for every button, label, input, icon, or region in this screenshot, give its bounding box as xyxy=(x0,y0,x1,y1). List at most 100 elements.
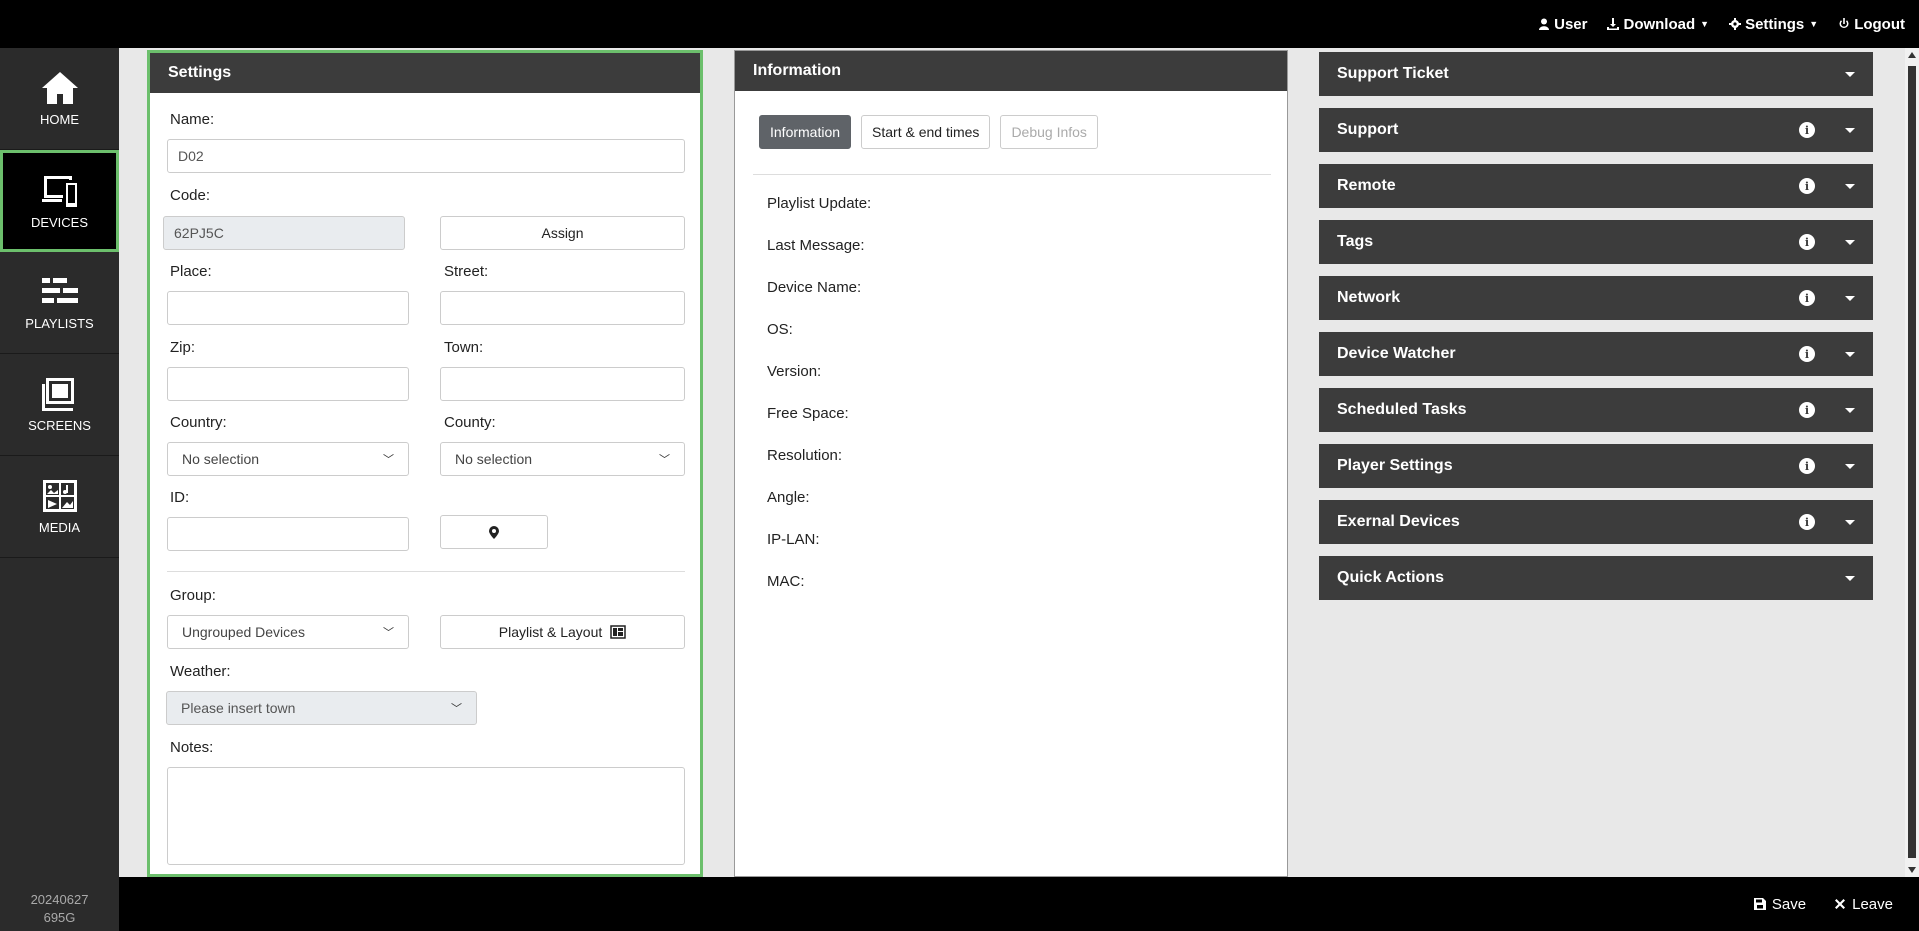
accordion-external-devices[interactable]: Exernal Devices i xyxy=(1319,500,1873,544)
map-marker-icon xyxy=(489,525,499,539)
user-menu[interactable]: User xyxy=(1538,16,1587,33)
caret-down-icon xyxy=(1845,239,1855,245)
weather-select[interactable]: Please insert town ﹀ xyxy=(166,691,477,725)
scroll-thumb[interactable] xyxy=(1908,66,1916,858)
notes-textarea[interactable] xyxy=(167,767,685,865)
version-info: 20240627 695G xyxy=(0,891,119,927)
version-date: 20240627 xyxy=(30,892,89,907)
place-input[interactable] xyxy=(167,291,409,325)
info-playlist-update: Playlist Update: xyxy=(767,195,872,212)
group-select-value: Ungrouped Devices xyxy=(182,624,305,640)
scrollbar[interactable] xyxy=(1905,48,1919,877)
sidebar-item-label: HOME xyxy=(40,112,79,127)
id-input[interactable] xyxy=(167,517,409,551)
sidebar-item-devices[interactable]: DEVICES xyxy=(0,150,119,252)
version-build: 695G xyxy=(43,910,76,925)
logout-button[interactable]: Logout xyxy=(1838,16,1905,33)
power-icon xyxy=(1839,18,1849,29)
chevron-down-icon: ﹀ xyxy=(383,454,394,466)
caret-down-icon xyxy=(1845,183,1855,189)
scroll-up-arrow[interactable] xyxy=(1908,52,1916,58)
info-icon[interactable]: i xyxy=(1799,290,1815,306)
caret-down-icon xyxy=(1845,71,1855,77)
street-input[interactable] xyxy=(440,291,685,325)
sidebar-item-screens[interactable]: SCREENS xyxy=(0,354,119,456)
main-content: Settings Name: Code: Assign Place: Stree… xyxy=(119,48,1919,877)
country-select-value: No selection xyxy=(182,451,260,467)
playlist-layout-label: Playlist & Layout xyxy=(498,624,603,640)
accordion-title: Support xyxy=(1337,121,1399,138)
county-select-value: No selection xyxy=(455,451,533,467)
accordion-scheduled-tasks[interactable]: Scheduled Tasks i xyxy=(1319,388,1873,432)
leave-label: Leave xyxy=(1852,895,1893,913)
accordion-title: Network xyxy=(1337,289,1401,306)
code-input[interactable] xyxy=(163,216,405,250)
code-label: Code: xyxy=(170,187,211,204)
tab-information[interactable]: Information xyxy=(759,115,852,149)
accordion-remote[interactable]: Remote i xyxy=(1319,164,1873,208)
town-label: Town: xyxy=(444,339,484,356)
info-resolution: Resolution: xyxy=(767,447,843,464)
group-label: Group: xyxy=(170,587,216,604)
sidebar-item-media[interactable]: MEDIA xyxy=(0,456,119,558)
accordion-title: Exernal Devices xyxy=(1337,513,1460,530)
information-tabs: Information Start & end times Debug Info… xyxy=(759,115,1098,149)
bottom-bar: Save Leave xyxy=(119,877,1919,931)
tab-debug-infos[interactable]: Debug Infos xyxy=(1000,115,1098,149)
top-nav: User Download ▼ Settings ▼ Logout xyxy=(1538,0,1905,48)
info-ip-lan: IP-LAN: xyxy=(767,531,820,548)
caret-down-icon xyxy=(1845,127,1855,133)
notes-label: Notes: xyxy=(170,739,214,756)
accordion-network[interactable]: Network i xyxy=(1319,276,1873,320)
divider xyxy=(167,571,685,572)
accordion-title: Quick Actions xyxy=(1337,569,1444,586)
accordion-tags[interactable]: Tags i xyxy=(1319,220,1873,264)
info-icon[interactable]: i xyxy=(1799,514,1815,530)
download-menu[interactable]: Download ▼ xyxy=(1607,16,1709,33)
name-label: Name: xyxy=(170,111,215,128)
sidebar-item-home[interactable]: HOME xyxy=(0,48,119,150)
user-icon xyxy=(1539,18,1550,30)
devices-icon xyxy=(41,175,77,207)
zip-input[interactable] xyxy=(167,367,409,401)
county-select[interactable]: No selection ﹀ xyxy=(440,442,685,476)
country-select[interactable]: No selection ﹀ xyxy=(167,442,409,476)
accordion-device-watcher[interactable]: Device Watcher i xyxy=(1319,332,1873,376)
scroll-down-arrow[interactable] xyxy=(1908,867,1916,873)
accordion-support-ticket[interactable]: Support Ticket xyxy=(1319,52,1873,96)
name-input[interactable] xyxy=(167,139,685,173)
accordion-player-settings[interactable]: Player Settings i xyxy=(1319,444,1873,488)
tab-start-end-times[interactable]: Start & end times xyxy=(861,115,991,149)
close-icon xyxy=(1835,899,1846,909)
playlist-layout-button[interactable]: Playlist & Layout xyxy=(440,615,685,649)
accordion-quick-actions[interactable]: Quick Actions xyxy=(1319,556,1873,600)
info-icon[interactable]: i xyxy=(1799,122,1815,138)
street-label: Street: xyxy=(444,263,489,280)
home-icon xyxy=(41,72,78,104)
group-select[interactable]: Ungrouped Devices ﹀ xyxy=(167,615,409,649)
sidebar-item-playlists[interactable]: PLAYLISTS xyxy=(0,252,119,354)
country-label: Country: xyxy=(170,414,227,431)
info-icon[interactable]: i xyxy=(1799,402,1815,418)
settings-panel: Settings Name: Code: Assign Place: Stree… xyxy=(147,50,703,877)
sidebar: HOME DEVICES PLAYLISTS SCREENS MEDIA 202… xyxy=(0,48,119,931)
info-icon[interactable]: i xyxy=(1799,178,1815,194)
info-icon[interactable]: i xyxy=(1799,458,1815,474)
accordion-support[interactable]: Support i xyxy=(1319,108,1873,152)
info-free-space: Free Space: xyxy=(767,405,849,422)
caret-down-icon xyxy=(1845,463,1855,469)
settings-label: Settings xyxy=(1745,15,1805,33)
accordion-title: Player Settings xyxy=(1337,457,1453,474)
bottom-actions: Save Leave xyxy=(1753,877,1893,931)
info-icon[interactable]: i xyxy=(1799,346,1815,362)
info-version: Version: xyxy=(767,363,822,380)
layout-icon xyxy=(610,625,626,639)
assign-button[interactable]: Assign xyxy=(440,216,685,250)
settings-menu[interactable]: Settings ▼ xyxy=(1729,16,1818,33)
save-icon xyxy=(1753,898,1766,910)
location-button[interactable] xyxy=(440,515,548,549)
town-input[interactable] xyxy=(440,367,685,401)
save-button[interactable]: Save xyxy=(1753,896,1806,913)
info-icon[interactable]: i xyxy=(1799,234,1815,250)
leave-button[interactable]: Leave xyxy=(1834,896,1893,913)
